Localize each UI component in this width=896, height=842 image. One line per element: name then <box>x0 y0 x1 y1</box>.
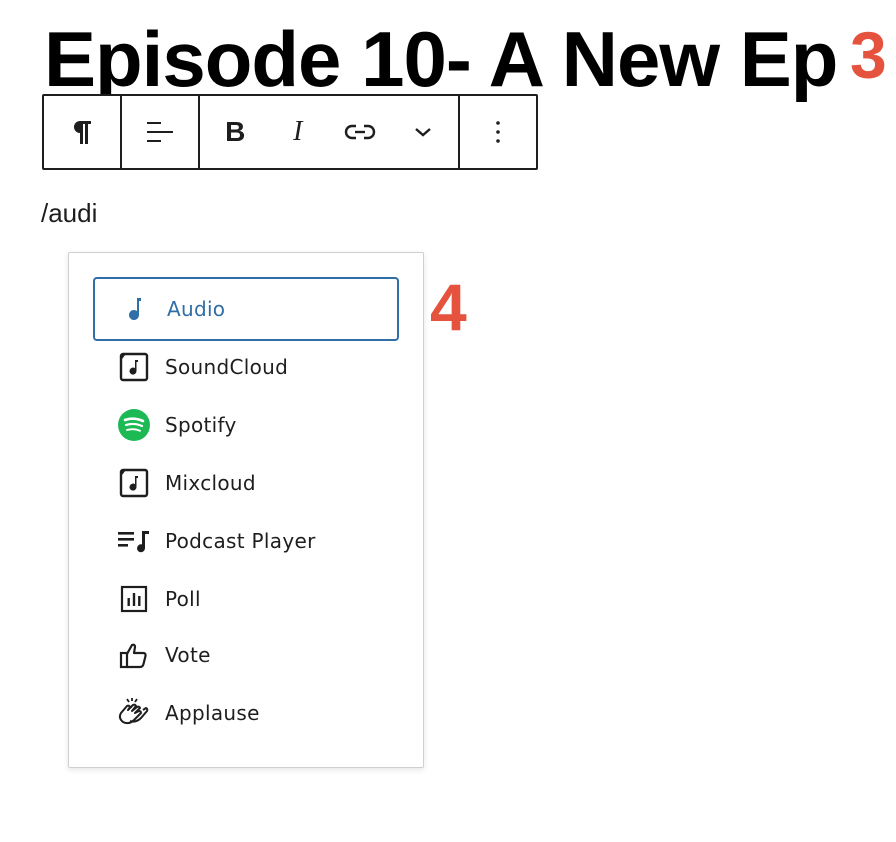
toolbar-group-format: B I <box>200 96 460 168</box>
audio-note-icon <box>119 292 153 326</box>
options-button[interactable] <box>469 96 527 168</box>
paragraph-icon <box>74 121 91 144</box>
applause-icon <box>117 696 151 730</box>
inserter-item-label: Vote <box>165 643 211 667</box>
post-title[interactable]: Episode 10- A New Ep <box>44 14 838 104</box>
inserter-item-label: SoundCloud <box>165 355 289 379</box>
spotify-icon <box>117 408 151 442</box>
toolbar-group-block <box>44 96 122 168</box>
toolbar-group-align <box>122 96 200 168</box>
inserter-item-label: Audio <box>167 297 226 321</box>
more-formatting-button[interactable] <box>395 96 451 168</box>
slash-inserter-popover: Audio SoundCloud Spotify Mixcloud Podcas… <box>68 252 424 768</box>
align-button[interactable] <box>122 96 198 168</box>
italic-button[interactable]: I <box>270 96 326 168</box>
italic-icon: I <box>293 116 303 147</box>
paragraph-block-text[interactable]: /audi <box>41 198 97 229</box>
link-button[interactable] <box>332 96 388 168</box>
inserter-item-poll[interactable]: Poll <box>93 567 399 631</box>
soundcloud-icon <box>117 350 151 384</box>
step-marker-3: 3 <box>850 18 887 92</box>
inserter-item-spotify[interactable]: Spotify <box>93 393 399 457</box>
inserter-item-label: Applause <box>165 701 260 725</box>
bold-icon: B <box>225 116 246 147</box>
toolbar-group-options <box>460 96 536 168</box>
link-icon <box>345 124 376 140</box>
inserter-item-podcast-player[interactable]: Podcast Player <box>93 509 399 573</box>
mixcloud-icon <box>117 466 151 500</box>
inserter-item-label: Poll <box>165 587 201 611</box>
inserter-item-applause[interactable]: Applause <box>93 681 399 745</box>
block-toolbar: B I <box>42 94 538 170</box>
inserter-item-vote[interactable]: Vote <box>93 623 399 687</box>
thumbs-up-icon <box>117 638 151 672</box>
inserter-item-label: Spotify <box>165 413 237 437</box>
more-vertical-icon <box>496 121 500 143</box>
step-marker-4: 4 <box>430 270 467 344</box>
podcast-player-icon <box>117 524 151 558</box>
inserter-item-label: Podcast Player <box>165 529 316 553</box>
paragraph-block-button[interactable] <box>44 96 120 168</box>
inserter-item-mixcloud[interactable]: Mixcloud <box>93 451 399 515</box>
poll-icon <box>117 582 151 616</box>
inserter-item-audio[interactable]: Audio <box>93 277 399 341</box>
align-left-icon <box>147 122 173 142</box>
chevron-down-icon <box>414 128 431 137</box>
inserter-item-label: Mixcloud <box>165 471 256 495</box>
bold-button[interactable]: B <box>207 96 263 168</box>
inserter-item-soundcloud[interactable]: SoundCloud <box>93 335 399 399</box>
